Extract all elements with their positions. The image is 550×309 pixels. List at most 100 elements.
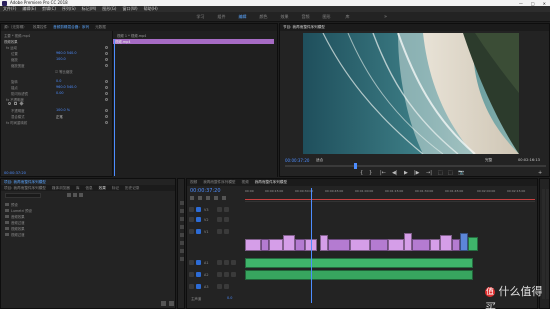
audio-clip[interactable] (245, 258, 473, 268)
track-label[interactable]: A2 (204, 273, 208, 277)
tab-effects[interactable]: 效果 (99, 186, 106, 191)
timeline-tab[interactable]: 我再而整件序列模型 (203, 180, 235, 185)
video-clip[interactable] (404, 233, 412, 251)
lock-track-icon[interactable] (189, 272, 194, 277)
ec-row-label[interactable]: fx 运动 (6, 45, 17, 50)
video-clip[interactable] (320, 235, 328, 251)
lock-track-icon[interactable] (189, 229, 194, 234)
razor-tool-icon[interactable] (180, 225, 184, 229)
hand-tool-icon[interactable] (180, 249, 184, 253)
zoom-select[interactable]: 适合 (316, 158, 323, 163)
workspace-tab-audio[interactable]: 音频 (295, 14, 316, 20)
target-track-icon[interactable] (196, 284, 201, 289)
ec-blend-mode-select[interactable]: 正常 (56, 114, 63, 119)
eye-icon[interactable] (224, 217, 229, 222)
track-label[interactable]: V2 (204, 218, 208, 222)
ec-clip-bar[interactable]: 视频.mp4 (113, 39, 274, 44)
program-timecode[interactable]: 00:00:37:20 (285, 158, 309, 163)
program-monitor-tab[interactable]: 节目: 我再而整件序列模型 (283, 25, 325, 30)
keyframe-toggle-icon[interactable] (105, 86, 108, 89)
workspace-tab-assembly[interactable]: 组件 (211, 14, 232, 20)
close-button[interactable]: ✕ (543, 1, 546, 6)
video-clip[interactable] (350, 239, 370, 251)
reset-icon[interactable] (105, 98, 108, 101)
solo-icon[interactable] (224, 260, 229, 265)
lift-button[interactable]: ⬚ (438, 170, 443, 176)
video-clip[interactable] (460, 233, 468, 251)
video-clip[interactable] (370, 239, 388, 251)
list-item[interactable]: 视频效果 (11, 227, 25, 231)
mute-icon[interactable] (217, 260, 222, 265)
timeline-tab[interactable]: 视频 (242, 180, 249, 185)
selection-tool-icon[interactable] (180, 201, 184, 205)
mute-icon[interactable] (217, 272, 222, 277)
tab-media-browser[interactable]: 媒体浏览器 (52, 186, 70, 191)
ec-opacity-value[interactable]: 100.0 % (56, 108, 70, 112)
mic-icon[interactable] (231, 272, 236, 277)
ripple-edit-tool-icon[interactable] (180, 217, 184, 221)
tab-markers[interactable]: 标记 (112, 186, 119, 191)
ec-scale-value[interactable]: 100.0 (56, 57, 66, 61)
go-to-out-button[interactable]: →| (426, 170, 432, 176)
rect-mask-icon[interactable] (14, 102, 17, 105)
workspace-tab-color[interactable]: 颜色 (253, 14, 274, 20)
keyframe-toggle-icon[interactable] (105, 58, 108, 61)
tab-project[interactable]: 项目: 我再而整件序列模型 (4, 186, 46, 191)
master-volume-value[interactable]: 0.0 (227, 296, 232, 300)
pen-tool-icon[interactable] (180, 241, 184, 245)
solo-icon[interactable] (224, 284, 229, 289)
track-label[interactable]: A1 (204, 261, 208, 265)
workspace-tab-graphics[interactable]: 图形 (316, 14, 337, 20)
tab-libraries[interactable]: 库 (76, 186, 80, 191)
export-frame-button[interactable]: 📷 (458, 170, 464, 176)
32bit-effects-icon[interactable] (73, 193, 77, 197)
video-clip[interactable] (452, 239, 460, 251)
list-item[interactable]: 视频过渡 (11, 233, 25, 237)
snap-icon[interactable] (198, 196, 202, 200)
maximize-button[interactable]: □ (531, 1, 535, 6)
list-item[interactable]: 音频过渡 (11, 221, 25, 225)
effects-search-input[interactable] (5, 193, 41, 198)
tab-audio-mixer[interactable]: 音频剪辑混合器：序列 (53, 25, 89, 30)
lock-track-icon[interactable] (189, 207, 194, 212)
tab-info[interactable]: 信息 (85, 186, 92, 191)
reset-icon[interactable] (105, 46, 108, 49)
program-scrub-bar[interactable] (285, 165, 546, 167)
video-clip[interactable] (388, 239, 404, 251)
timeline-tab[interactable]: 视频 (190, 180, 197, 185)
tab-effect-controls[interactable]: 效果控件 (33, 25, 47, 30)
eye-icon[interactable] (224, 229, 229, 234)
track-select-tool-icon[interactable] (180, 209, 184, 213)
minimize-button[interactable]: — (519, 1, 523, 6)
button-editor-button[interactable]: + (538, 170, 542, 176)
lock-track-icon[interactable] (189, 284, 194, 289)
sync-lock-icon[interactable] (217, 217, 222, 222)
keyframe-toggle-icon[interactable] (105, 121, 108, 124)
type-tool-icon[interactable] (180, 257, 184, 261)
video-clip[interactable] (430, 239, 440, 251)
keyframe-toggle-icon[interactable] (105, 109, 108, 112)
program-video-frame[interactable] (303, 33, 519, 154)
ec-antiflicker-value[interactable]: 0.00 (56, 91, 64, 95)
workspace-tab-effects[interactable]: 效果 (274, 14, 295, 20)
step-forward-button[interactable]: |▶ (414, 170, 420, 176)
workspace-more-icon[interactable]: » (384, 14, 387, 20)
target-track-icon[interactable] (196, 260, 201, 265)
video-clip[interactable] (440, 235, 452, 251)
yuv-effects-icon[interactable] (79, 193, 83, 197)
extract-button[interactable]: ⬚ (448, 170, 453, 176)
ec-anchor-value[interactable]: 960.0 540.0 (56, 85, 77, 89)
solo-icon[interactable] (224, 272, 229, 277)
timeline-timecode[interactable]: 00:00:37:20 (190, 188, 221, 194)
project-title[interactable]: 项目: 我再而整件序列模型 (4, 180, 46, 185)
video-clip[interactable] (412, 239, 430, 251)
timeline-playhead[interactable] (311, 188, 312, 303)
linked-selection-icon[interactable] (206, 196, 210, 200)
track-label[interactable]: V3 (204, 208, 208, 212)
mark-out-button[interactable]: } (369, 170, 372, 176)
pen-mask-icon[interactable] (19, 101, 24, 106)
video-clip[interactable] (269, 239, 283, 251)
video-clip[interactable] (468, 237, 478, 251)
keyframe-toggle-icon[interactable] (105, 80, 108, 83)
step-back-button[interactable]: ◀| (392, 170, 398, 176)
